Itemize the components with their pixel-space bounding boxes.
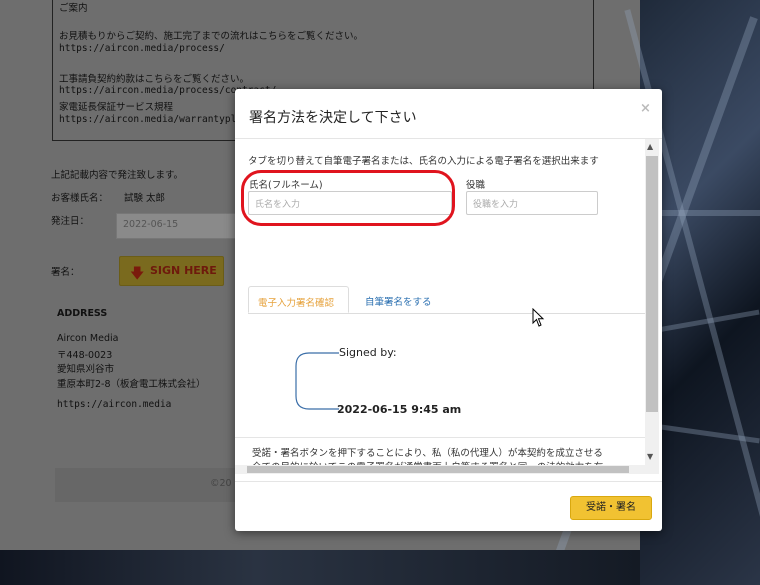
tab-typed-signature-label: 電子入力署名確認 [258,298,335,309]
horizontal-scroll-thumb[interactable] [247,466,629,473]
contract-text: 工事請負契約約款はこちらをご覧ください。 [59,74,250,85]
signature-modal: 署名方法を決定して下さい × タブを切り替えて自筆電子署名または、氏名の入力によ… [235,89,662,531]
scroll-up-icon[interactable]: ▲ [647,142,653,151]
modal-footer: 受諾・署名 [235,481,662,532]
tab-handwritten-signature[interactable]: 自筆署名をする [365,294,432,308]
vertical-scrollbar[interactable]: ▲ ▼ [645,139,659,474]
vertical-scroll-thumb[interactable] [646,156,658,412]
customer-label: お客様氏名： [51,193,109,204]
highlight-annotation [241,170,455,226]
agreement-line: 受諾・署名ボタンを押下することにより、私（私の代理人）が本契約を成立させる [252,448,603,459]
modal-header: 署名方法を決定して下さい × [235,89,662,139]
horizontal-scrollbar[interactable] [235,465,645,474]
close-icon[interactable]: × [640,101,651,116]
mouse-cursor-icon [532,308,545,327]
warranty-text: 家電延長保証サービス規程 [59,102,174,113]
signed-by-label: Signed by: [339,346,397,359]
instruction-text: タブを切り替えて自筆電子署名または、氏名の入力による電子署名を選択出来ます [248,156,599,167]
modal-title: 署名方法を決定して下さい [249,110,417,126]
scroll-down-icon[interactable]: ▼ [647,452,653,461]
address-link[interactable]: https://aircon.media [57,399,171,410]
footer-text: ©20 [210,478,232,489]
tab-typed-signature[interactable]: 電子入力署名確認 [248,286,349,313]
order-date-label: 発注日： [51,216,90,227]
address-line: 〒448-0023 [57,350,113,361]
title-label: 役職 [466,180,486,191]
accept-sign-button[interactable]: 受諾・署名 [570,496,652,520]
background-bottom [0,550,640,585]
process-heading: ご案内 [59,3,88,14]
signature-bracket [295,352,339,410]
title-input[interactable]: 役職を入力 [466,191,598,215]
sign-here-button[interactable]: 🡇 SIGN HERE [119,256,224,286]
address-line: Aircon Media [57,333,119,344]
signature-tabs: 電子入力署名確認 自筆署名をする [248,286,645,314]
signed-date: 2022-06-15 9:45 am [337,403,462,416]
warranty-link[interactable]: https://aircon.media/warrantyplan/ [59,114,253,125]
modal-body: タブを切り替えて自筆電子署名または、氏名の入力による電子署名を選択出来ます 氏名… [235,139,662,474]
address-line: 愛知県刈谷市 [57,364,115,375]
order-date-value: 2022-06-15 [123,219,179,230]
address-heading: ADDRESS [57,308,108,319]
sign-here-label: SIGN HERE [150,264,217,277]
agree-line: 上記記載内容で発注致します。 [51,170,184,181]
process-link[interactable]: https://aircon.media/process/ [59,43,225,54]
title-placeholder: 役職を入力 [473,200,519,210]
customer-name: 試験 太郎 [124,193,166,204]
process-text: お見積もりからご契約、施工完了までの流れはこちらをご覧ください。 [59,31,364,42]
arrow-down-icon: 🡇 [130,266,145,282]
signature-label: 署名： [51,267,80,278]
address-line: 重原本町2-8（板倉電工株式会社） [57,379,206,390]
